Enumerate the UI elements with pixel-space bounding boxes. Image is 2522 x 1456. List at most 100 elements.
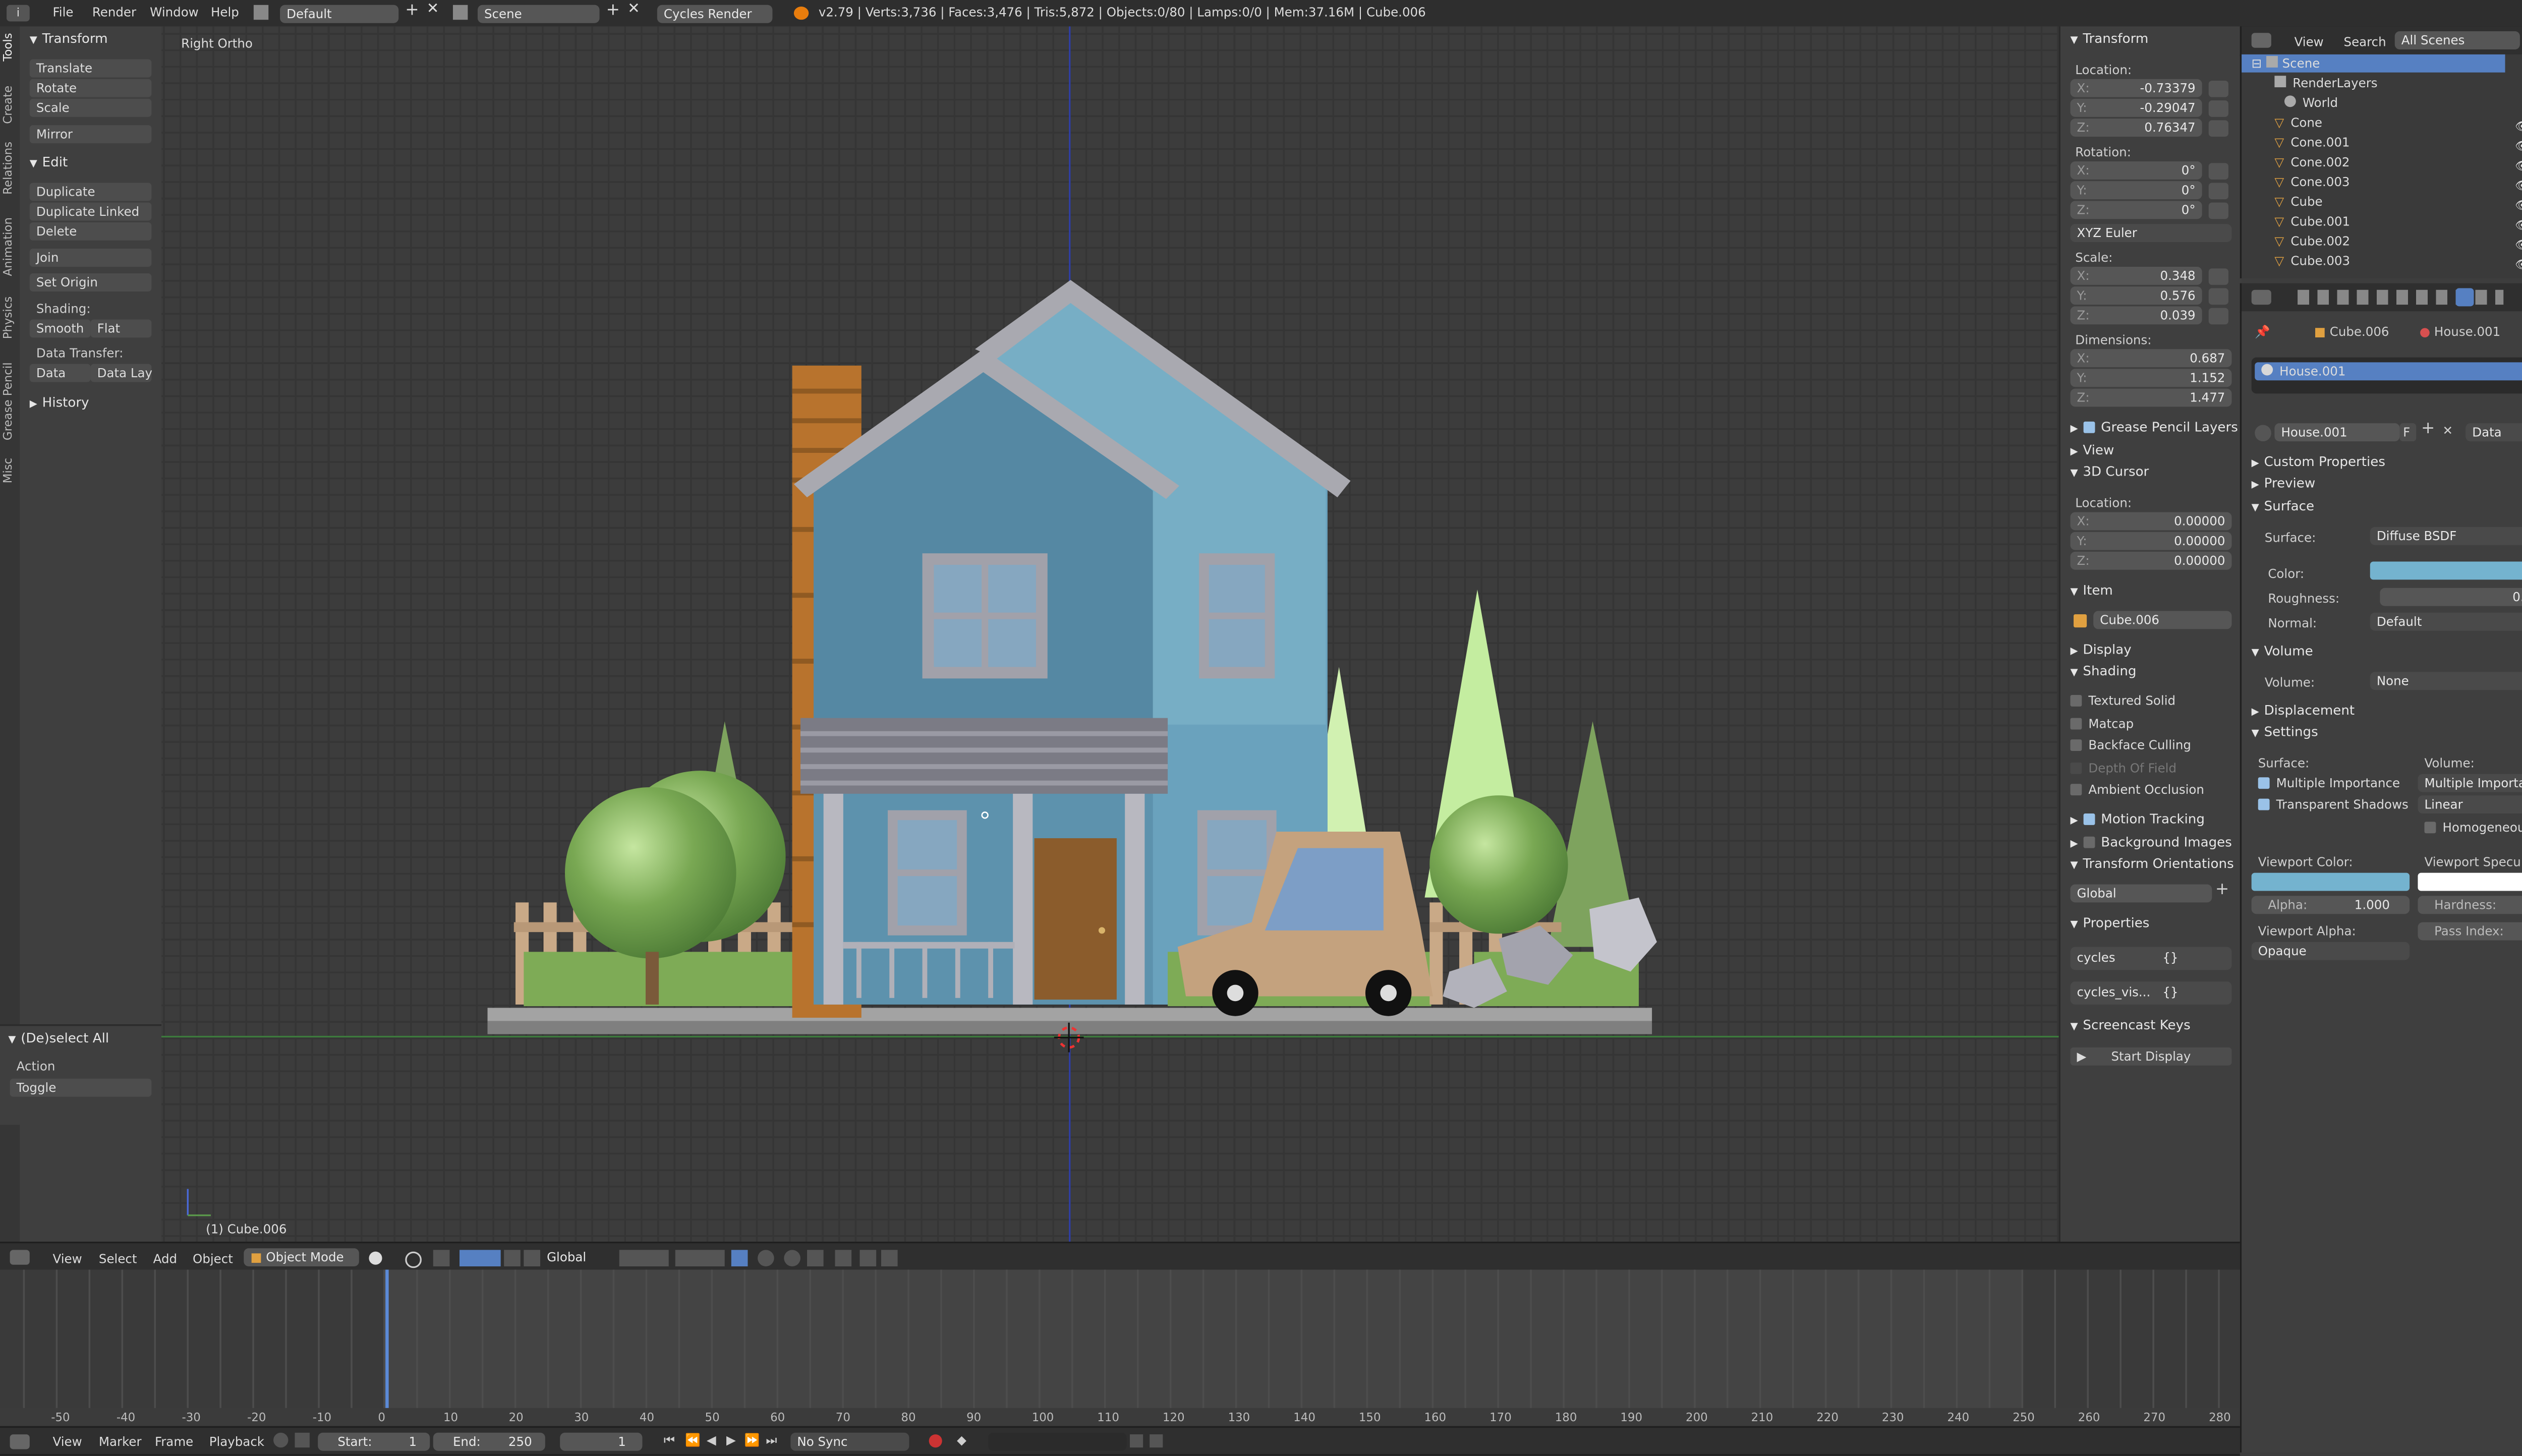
add-scene-icon[interactable]: +	[606, 2, 620, 20]
scale-button[interactable]: Scale	[29, 98, 152, 117]
backface-culling-checkbox[interactable]: Backface Culling	[2070, 736, 2191, 754]
timeline[interactable]: -50 -40 -30 -20 -10 0 10 20 30 40 50 60 70 80 90 100 110…	[0, 1269, 2240, 1428]
menu-add[interactable]: Add	[153, 1252, 177, 1266]
keying-set-icon[interactable]: ◆	[957, 1433, 966, 1447]
outliner-item[interactable]: ▽ Cube	[2274, 193, 2322, 211]
volume-interpolation-select[interactable]: Linear	[2418, 795, 2522, 814]
record-icon[interactable]	[929, 1434, 942, 1448]
smooth-button[interactable]: Smooth	[29, 319, 91, 338]
motion-tracking-header[interactable]: ▶ Motion Tracking	[2070, 812, 2204, 827]
transform-panel-header[interactable]: ▼ Transform	[30, 31, 108, 46]
dimensions-y-field[interactable]: Y: 1.152	[2070, 369, 2232, 387]
jump-end-icon[interactable]: ⏭	[766, 1433, 777, 1449]
3d-cursor-header[interactable]: ▼ 3D Cursor	[2070, 464, 2149, 479]
play-reverse-icon[interactable]: ◀	[707, 1433, 716, 1447]
duplicate-linked-button[interactable]: Duplicate Linked	[29, 202, 152, 221]
textured-solid-checkbox[interactable]: Textured Solid	[2070, 691, 2175, 710]
menu-render[interactable]: Render	[92, 5, 136, 20]
tab-tools[interactable]: Tools	[2, 33, 18, 61]
delete-keyframe-icon[interactable]	[1150, 1434, 1163, 1448]
scale-manipulator-icon[interactable]	[524, 1250, 541, 1267]
surface-shader-select[interactable]: Diffuse BSDF	[2370, 527, 2522, 545]
item-name-field[interactable]: Cube.006	[2093, 611, 2232, 629]
menu-help[interactable]: Help	[211, 5, 239, 20]
fake-user-button[interactable]: F	[2399, 423, 2417, 442]
settings-header[interactable]: ▼ Settings	[2252, 725, 2318, 739]
outliner-item[interactable]: RenderLayers	[2274, 74, 2378, 92]
displacement-header[interactable]: ▶ Displacement	[2252, 703, 2355, 718]
edit-panel-header[interactable]: ▼ Edit	[30, 155, 68, 169]
duplicate-button[interactable]: Duplicate	[29, 183, 152, 201]
location-y-field[interactable]: Y: -0.29047	[2070, 98, 2202, 117]
viewport-alpha-select[interactable]: Opaque	[2251, 942, 2410, 960]
lock-range-icon[interactable]	[295, 1432, 310, 1448]
location-x-field[interactable]: X: -0.73379	[2070, 79, 2202, 97]
grease-pencil-header[interactable]: ▶ Grease Pencil Layers	[2070, 420, 2238, 435]
snap-target-icon[interactable]	[835, 1250, 852, 1267]
keying-set-field[interactable]	[988, 1432, 1127, 1451]
dimensions-z-field[interactable]: Z: 1.477	[2070, 388, 2232, 407]
layer-lock-icon[interactable]	[731, 1250, 748, 1267]
preview-range-icon[interactable]	[273, 1432, 289, 1448]
tab-animation[interactable]: Animation	[2, 217, 18, 276]
lock-icon[interactable]	[2208, 268, 2228, 285]
outliner-item[interactable]: ▽ Cube.001	[2274, 212, 2350, 230]
editor-type-icon[interactable]	[10, 1250, 30, 1265]
jump-start-icon[interactable]: ⏮	[664, 1433, 675, 1449]
render-engine-select[interactable]: Cycles Render	[657, 5, 773, 23]
scene-field[interactable]: Scene	[477, 5, 600, 23]
dimensions-x-field[interactable]: X: 0.687	[2070, 349, 2232, 368]
add-orientation-icon[interactable]: +	[2215, 881, 2229, 899]
lock-icon[interactable]	[2208, 202, 2228, 219]
3d-viewport[interactable]: Right Ortho (1) Cube.006	[161, 26, 2059, 1242]
join-button[interactable]: Join	[29, 249, 152, 267]
viewport-color-swatch[interactable]	[2251, 872, 2410, 891]
multiple-importance-checkbox[interactable]: Multiple Importance	[2258, 774, 2400, 792]
lock-icon[interactable]	[2208, 183, 2228, 200]
volume-sampling-select[interactable]: Multiple Importance	[2418, 774, 2522, 792]
rotation-z-field[interactable]: Z: 0°	[2070, 201, 2202, 219]
timeline-menu-frame[interactable]: Frame	[155, 1434, 193, 1449]
tab-misc[interactable]: Misc	[2, 458, 18, 484]
tab-relations[interactable]: Relations	[2, 142, 18, 195]
tab-physics[interactable]: Physics	[2, 297, 18, 339]
property-cycles[interactable]: cycles{}	[2070, 947, 2232, 970]
homogeneous-checkbox[interactable]: Homogeneous	[2424, 819, 2522, 837]
action-select[interactable]: Toggle	[10, 1078, 152, 1097]
outliner-menu-search[interactable]: Search	[2344, 35, 2386, 49]
pivot-icon[interactable]	[405, 1251, 422, 1268]
data-button[interactable]: Data	[29, 364, 91, 382]
history-panel-header[interactable]: ▶ History	[30, 395, 89, 410]
properties-panel-header[interactable]: ▼ Properties	[2070, 916, 2149, 930]
translate-button[interactable]: Translate	[29, 59, 152, 78]
location-z-field[interactable]: Z: 0.76347	[2070, 119, 2202, 137]
lock-icon[interactable]	[2208, 288, 2228, 305]
cursor-z-field[interactable]: Z: 0.00000	[2070, 551, 2232, 570]
volume-header[interactable]: ▼ Volume	[2252, 644, 2313, 659]
unlink-material-icon[interactable]: ✕	[2442, 423, 2453, 438]
material-tab-icon[interactable]	[2455, 288, 2474, 307]
orientation-select[interactable]: Global	[2070, 884, 2212, 903]
transform-orientation-select[interactable]: Global	[540, 1248, 613, 1266]
outliner-item[interactable]: ▽ Cube.003	[2274, 252, 2350, 270]
custom-properties-header[interactable]: ▶ Custom Properties	[2252, 454, 2385, 469]
jump-keyframe-back-icon[interactable]: ⏪	[685, 1433, 701, 1447]
viewport-specular-swatch[interactable]	[2418, 872, 2522, 891]
outliner-item[interactable]: ▽ Cone.002	[2274, 153, 2349, 171]
snap-icon[interactable]	[807, 1250, 824, 1267]
outliner-item-scene[interactable]: ⊟ Scene	[2242, 54, 2505, 73]
outliner-item[interactable]: World	[2284, 94, 2338, 112]
lock-icon[interactable]	[2208, 100, 2228, 117]
data-layout-button[interactable]: Data Lay	[90, 364, 152, 382]
volume-shader-select[interactable]: None	[2370, 672, 2522, 690]
layers-grid-icon[interactable]	[675, 1250, 725, 1267]
timeline-menu-marker[interactable]: Marker	[99, 1434, 142, 1449]
matcap-checkbox[interactable]: Matcap	[2070, 715, 2134, 733]
proportional-edit-icon[interactable]	[784, 1250, 800, 1267]
sync-mode-select[interactable]: No Sync	[790, 1432, 909, 1451]
start-display-button[interactable]: ▶ Start Display	[2070, 1047, 2232, 1066]
menu-object[interactable]: Object	[193, 1252, 233, 1266]
new-material-icon[interactable]: +	[2421, 420, 2435, 438]
menu-view[interactable]: View	[52, 1252, 82, 1266]
rotation-mode-select[interactable]: XYZ Euler	[2070, 224, 2232, 242]
